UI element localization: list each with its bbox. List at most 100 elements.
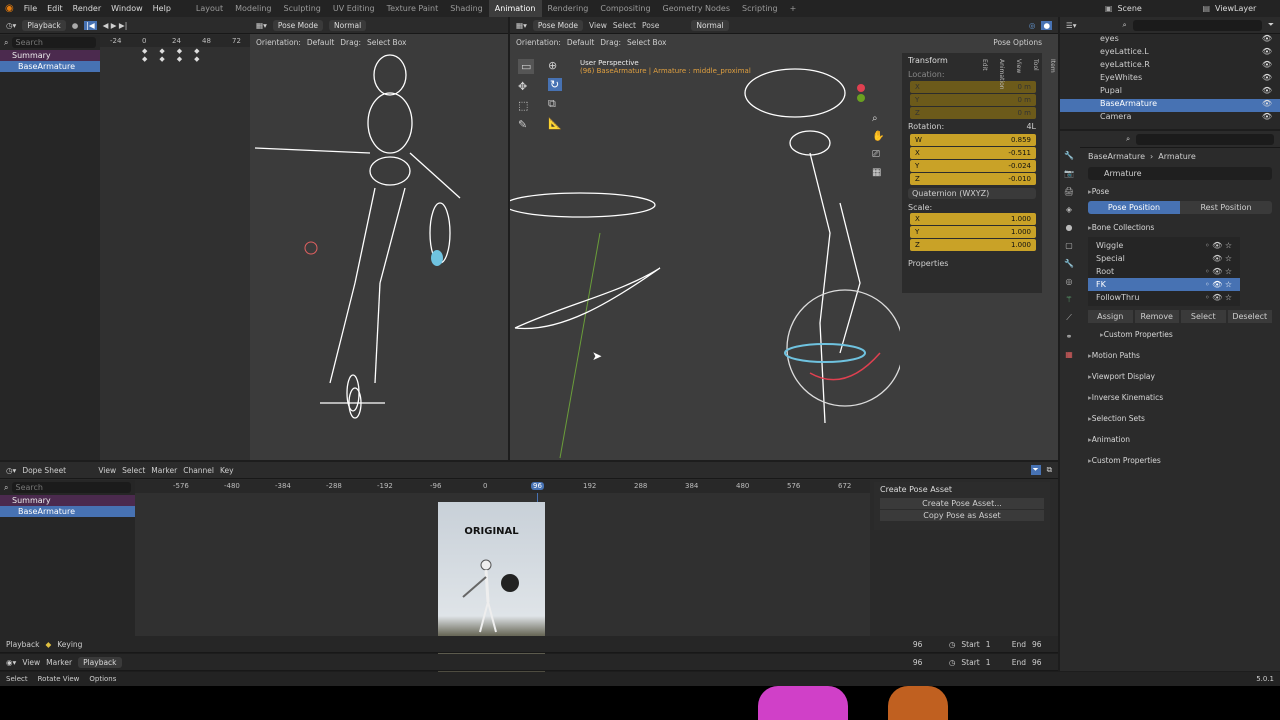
drag-selector[interactable]: Select Box <box>367 38 406 47</box>
end-frame-field[interactable]: 96 <box>1032 658 1052 667</box>
bone-tab-icon[interactable]: ⟋ <box>1066 313 1072 323</box>
menu-playback[interactable]: Playback <box>78 656 122 668</box>
output-tab-icon[interactable]: 🖨 <box>1064 187 1074 196</box>
filter-icon[interactable]: ⏷ <box>1268 20 1274 30</box>
world-tab-icon[interactable]: ● <box>1066 223 1073 232</box>
properties-subpanel[interactable]: Properties <box>902 251 1042 276</box>
current-frame-field[interactable]: 96 <box>913 640 943 649</box>
camera-view-icon[interactable]: ⎚ <box>872 149 884 160</box>
bone-collection-item[interactable]: Root ◦ 👁 ☆ <box>1088 265 1240 278</box>
menu-select[interactable]: Select <box>613 21 636 30</box>
rotation-z-field[interactable]: Z -0.010 <box>910 173 1036 185</box>
viewport-left[interactable]: ▦▾ Pose Mode Normal Orientation: Default… <box>250 17 508 460</box>
playback-menu[interactable]: Playback <box>22 19 66 31</box>
menu-window[interactable]: Window <box>106 4 148 13</box>
start-frame-field[interactable]: 1 <box>986 658 1006 667</box>
record-icon[interactable]: ● <box>72 21 79 30</box>
pose-position-button[interactable]: Pose Position <box>1088 201 1180 214</box>
tab-rendering[interactable]: Rendering <box>542 0 595 17</box>
rotation-mode-selector[interactable]: Quaternion (WXYZ) <box>908 188 1036 199</box>
bone-collection-item-selected[interactable]: FK ◦ 👁 ☆ <box>1088 278 1240 291</box>
visibility-icon[interactable]: ◦ 👁 ☆ <box>1205 280 1232 289</box>
armature-data-tab-icon[interactable]: ⚚ <box>1065 295 1072 304</box>
sidebar-tab-edit[interactable]: Edit <box>981 59 988 90</box>
scale-x-field[interactable]: X 1.000 <box>910 213 1036 225</box>
scene-selector[interactable]: Scene <box>1112 4 1202 13</box>
mode-selector[interactable]: Pose Mode <box>272 19 324 31</box>
location-y-field[interactable]: Y 0 m <box>910 94 1036 106</box>
assign-button[interactable]: Assign <box>1088 310 1133 323</box>
menu-select[interactable]: Select <box>122 466 145 475</box>
channel-summary[interactable]: Summary <box>0 50 100 61</box>
outliner-item[interactable]: Pupal 👁 <box>1100 86 1280 99</box>
outliner-type-icon[interactable]: ☰▾ <box>1066 21 1077 30</box>
menu-view[interactable]: View <box>98 466 116 475</box>
eye-icon[interactable]: 👁 <box>1262 34 1272 47</box>
visibility-icon[interactable]: ◦ 👁 ☆ <box>1205 241 1232 250</box>
menu-channel[interactable]: Channel <box>183 466 214 475</box>
blender-logo-icon[interactable]: ◉ <box>0 3 19 14</box>
add-workspace-button[interactable]: + <box>784 0 803 17</box>
editor-type-icon[interactable]: ◉▾ <box>6 658 16 667</box>
tab-texture-paint[interactable]: Texture Paint <box>381 0 445 17</box>
menu-view[interactable]: View <box>589 21 607 30</box>
visibility-icon[interactable]: ◦ 👁 ☆ <box>1205 293 1232 302</box>
scale-y-field[interactable]: Y 1.000 <box>910 226 1036 238</box>
render-tab-icon[interactable]: 📷 <box>1064 169 1074 178</box>
select-button[interactable]: Select <box>1181 310 1226 323</box>
keyframe-row[interactable]: ◆◆◆◆ <box>100 47 250 55</box>
frame-ruler[interactable]: -576 -480 -384 -288 -192 -96 0 96 192 28… <box>135 480 870 493</box>
texture-tab-icon[interactable]: ▦ <box>1065 350 1073 359</box>
rest-position-button[interactable]: Rest Position <box>1180 201 1272 214</box>
motion-paths-section[interactable]: Motion Paths <box>1080 348 1280 363</box>
properties-search-input[interactable] <box>1136 133 1274 145</box>
tab-geometry-nodes[interactable]: Geometry Nodes <box>657 0 736 17</box>
menu-help[interactable]: Help <box>148 4 176 13</box>
menu-view[interactable]: View <box>22 658 40 667</box>
viewport-display-section[interactable]: Viewport Display <box>1080 369 1280 384</box>
scene-tab-icon[interactable]: ◈ <box>1066 205 1072 214</box>
tab-scripting[interactable]: Scripting <box>736 0 784 17</box>
outliner-search-input[interactable] <box>1132 19 1262 31</box>
custom-properties-subsection[interactable]: Custom Properties <box>1080 327 1280 342</box>
pose-options-button[interactable]: Pose Options <box>993 38 1042 47</box>
deselect-button[interactable]: Deselect <box>1227 310 1272 323</box>
current-frame-field[interactable]: 96 <box>913 658 943 667</box>
channel-basearmature[interactable]: BaseArmature <box>0 61 100 72</box>
custom-properties-section[interactable]: Custom Properties <box>1080 453 1280 468</box>
animation-section[interactable]: Animation <box>1080 432 1280 447</box>
armature-name-field[interactable]: Armature <box>1088 167 1272 180</box>
outliner-item[interactable]: Camera 👁 <box>1100 112 1280 125</box>
menu-marker[interactable]: Marker <box>46 658 72 667</box>
channel-summary[interactable]: Summary <box>0 495 135 506</box>
tab-uv-editing[interactable]: UV Editing <box>327 0 381 17</box>
tool-tab-icon[interactable]: 🔧 <box>1064 151 1074 160</box>
grid-view-icon[interactable]: ▦ <box>872 167 884 178</box>
shading-selector[interactable]: Normal <box>691 19 729 31</box>
tab-layout[interactable]: Layout <box>190 0 229 17</box>
snapping-icon[interactable]: ⧉ <box>1047 465 1052 475</box>
search-input[interactable]: Search <box>12 482 131 493</box>
outliner-item[interactable]: eyes 👁 <box>1100 34 1280 47</box>
shading-solid-icon[interactable]: ● <box>1041 20 1052 30</box>
create-pose-asset-button[interactable]: Create Pose Asset... <box>880 498 1044 509</box>
editor-type-icon[interactable]: ◷▾ <box>6 466 16 475</box>
scale-z-field[interactable]: Z 1.000 <box>910 239 1036 251</box>
keyframe-row[interactable]: ◆◆◆◆ <box>100 55 250 63</box>
end-frame-field[interactable]: 96 <box>1032 640 1052 649</box>
drag-selector[interactable]: Select Box <box>627 38 666 47</box>
menu-render[interactable]: Render <box>68 4 106 13</box>
start-frame-field[interactable]: 1 <box>986 640 1006 649</box>
outliner-item[interactable]: eyeLattice.R 👁 <box>1100 60 1280 73</box>
physics-tab-icon[interactable]: ◎ <box>1066 277 1073 286</box>
outliner-item[interactable]: EyeWhites 👁 <box>1100 73 1280 86</box>
menu-marker[interactable]: Marker <box>151 466 177 475</box>
modifier-tab-icon[interactable]: 🔧 <box>1064 259 1074 268</box>
keying-menu[interactable]: Keying <box>57 640 82 649</box>
menu-file[interactable]: File <box>19 4 42 13</box>
tab-shading[interactable]: Shading <box>444 0 489 17</box>
object-tab-icon[interactable]: ▢ <box>1065 241 1073 250</box>
rotation-y-field[interactable]: Y -0.024 <box>910 160 1036 172</box>
viewport-right[interactable]: ▦▾ Pose Mode View Select Pose Normal ◎ ●… <box>510 17 1058 460</box>
sidebar-tab-tool[interactable]: Tool <box>1032 59 1039 90</box>
